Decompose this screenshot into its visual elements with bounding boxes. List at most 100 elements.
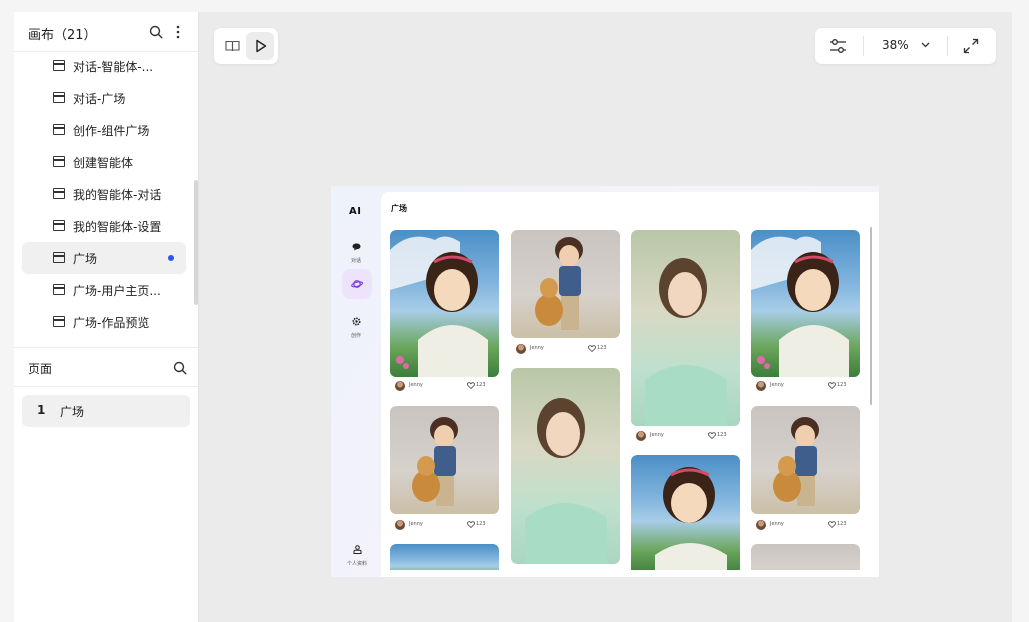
work-card[interactable]: Jenny 123 xyxy=(751,406,860,533)
avatar[interactable] xyxy=(516,344,526,354)
nav-create-label: 创作 xyxy=(350,333,361,339)
card-grid: Jenny 123 Jenny 123 Jenny 123 Jenny 123 … xyxy=(381,192,879,570)
nav-plaza-active[interactable] xyxy=(342,269,372,299)
canvas-item[interactable]: 广场-用户主页... xyxy=(22,274,186,306)
plaza-panel: 广场 Jenny 123 Jenny 123 Jenny 123 Jenny 1… xyxy=(381,192,879,577)
more-icon[interactable] xyxy=(176,25,180,39)
author-name[interactable]: Jenny xyxy=(770,382,784,388)
card-meta: Jenny 123 xyxy=(390,378,499,394)
pages-header: 页面 xyxy=(14,347,198,387)
work-image xyxy=(390,406,499,514)
chat-icon xyxy=(352,243,360,251)
canvas-item[interactable]: 对话-智能体-... xyxy=(22,52,186,82)
card-meta: Jenny 123 xyxy=(751,517,860,533)
work-card[interactable]: Jenny 123 xyxy=(390,406,499,533)
canvas-list-title: 画布（21） xyxy=(28,28,97,43)
avatar[interactable] xyxy=(395,520,405,530)
view-toolbar xyxy=(214,28,278,64)
canvas-item-label: 我的智能体-设置 xyxy=(73,220,162,234)
app-logo: AI xyxy=(349,206,362,217)
work-card[interactable]: Jenny 123 xyxy=(631,230,740,443)
frame-icon xyxy=(53,220,65,231)
heart-icon[interactable] xyxy=(828,521,836,528)
heart-icon[interactable] xyxy=(708,432,716,439)
frame-icon xyxy=(53,252,65,263)
page-name: 广场 xyxy=(60,405,85,419)
author-name[interactable]: Jenny xyxy=(530,345,544,351)
canvas-list-header: 画布（21） xyxy=(14,12,198,52)
chevron-down-icon[interactable] xyxy=(921,42,930,48)
docs-button[interactable] xyxy=(218,32,246,60)
canvas-item-label: 创作-组件广场 xyxy=(73,124,150,138)
sidebar: 画布（21） 对话-智能体-... 对话-广场 创作-组件广场 创建智能体 我的… xyxy=(14,12,199,622)
like-count: 123 xyxy=(837,521,847,527)
work-card[interactable]: Jenny 123 xyxy=(511,230,620,357)
canvas-item-active[interactable]: 广场 xyxy=(22,242,186,274)
canvas-item[interactable]: 我的智能体-设置 xyxy=(22,210,186,242)
heart-icon[interactable] xyxy=(467,521,475,528)
heart-icon[interactable] xyxy=(467,382,475,389)
nav-chat-label: 对话 xyxy=(350,258,361,264)
canvas-item-label: 对话-智能体-... xyxy=(73,60,154,74)
search-icon[interactable] xyxy=(149,25,163,39)
work-card[interactable] xyxy=(631,455,740,570)
zoom-toolbar: 38% xyxy=(815,28,996,64)
card-meta: Jenny 123 xyxy=(511,341,620,357)
toolbar-divider xyxy=(863,36,864,56)
canvas-item-label: 广场 xyxy=(73,252,98,266)
work-card[interactable]: Jenny 123 xyxy=(390,230,499,394)
frame-icon xyxy=(53,60,65,71)
avatar[interactable] xyxy=(636,431,646,441)
book-icon xyxy=(225,40,240,52)
heart-icon[interactable] xyxy=(588,345,596,352)
frame-icon xyxy=(53,316,65,327)
canvas-item-label: 对话-广场 xyxy=(73,92,126,106)
canvas-item-label: 创建智能体 xyxy=(73,156,134,170)
nav-chat[interactable]: 对话 xyxy=(341,236,371,264)
canvas-item[interactable]: 创作-组件广场 xyxy=(22,114,186,146)
preview-frame[interactable]: AI 对话 创作 个人资料 广场 Jenny 123 Jenny 123 Jen… xyxy=(331,186,879,577)
canvas-item-label: 我的智能体-对话 xyxy=(73,188,162,202)
nav-create[interactable]: 创作 xyxy=(341,311,371,339)
canvas-item[interactable]: 创建智能体 xyxy=(22,146,186,178)
canvas-item[interactable]: 广场-作品预览 xyxy=(22,306,186,338)
pages-title: 页面 xyxy=(28,362,53,376)
work-image xyxy=(511,230,620,338)
expand-icon[interactable] xyxy=(963,38,979,54)
canvas-item[interactable]: 对话-广场 xyxy=(22,82,186,114)
heart-icon[interactable] xyxy=(828,382,836,389)
work-card[interactable] xyxy=(390,544,499,570)
play-button[interactable] xyxy=(246,32,274,60)
like-count: 123 xyxy=(476,521,486,527)
sidebar-scrollbar[interactable] xyxy=(194,180,198,305)
canvas-list: 对话-智能体-... 对话-广场 创作-组件广场 创建智能体 我的智能体-对话 … xyxy=(14,52,198,347)
work-image xyxy=(751,230,860,377)
sliders-icon[interactable] xyxy=(829,38,847,54)
avatar[interactable] xyxy=(395,381,405,391)
work-card[interactable] xyxy=(751,544,860,570)
frame-icon xyxy=(53,284,65,295)
author-name[interactable]: Jenny xyxy=(409,521,423,527)
active-dot xyxy=(168,255,174,261)
work-image xyxy=(390,544,499,570)
search-icon[interactable] xyxy=(173,361,187,375)
card-meta: Jenny 123 xyxy=(631,428,740,443)
frame-icon xyxy=(53,188,65,199)
work-image xyxy=(631,230,740,426)
avatar[interactable] xyxy=(756,381,766,391)
like-count: 123 xyxy=(476,382,486,388)
work-image xyxy=(390,230,499,377)
author-name[interactable]: Jenny xyxy=(770,521,784,527)
author-name[interactable]: Jenny xyxy=(409,382,423,388)
card-meta: Jenny 123 xyxy=(751,378,860,394)
nav-profile[interactable]: 个人资料 xyxy=(343,539,371,567)
work-card[interactable] xyxy=(511,368,620,564)
canvas-item[interactable]: 我的智能体-对话 xyxy=(22,178,186,210)
page-item[interactable]: 1 广场 xyxy=(22,395,190,427)
work-image xyxy=(751,544,860,570)
grid-scrollbar[interactable] xyxy=(870,227,872,405)
avatar[interactable] xyxy=(756,520,766,530)
work-card[interactable]: Jenny 123 xyxy=(751,230,860,394)
zoom-level[interactable]: 38% xyxy=(882,38,909,52)
author-name[interactable]: Jenny xyxy=(650,432,664,438)
